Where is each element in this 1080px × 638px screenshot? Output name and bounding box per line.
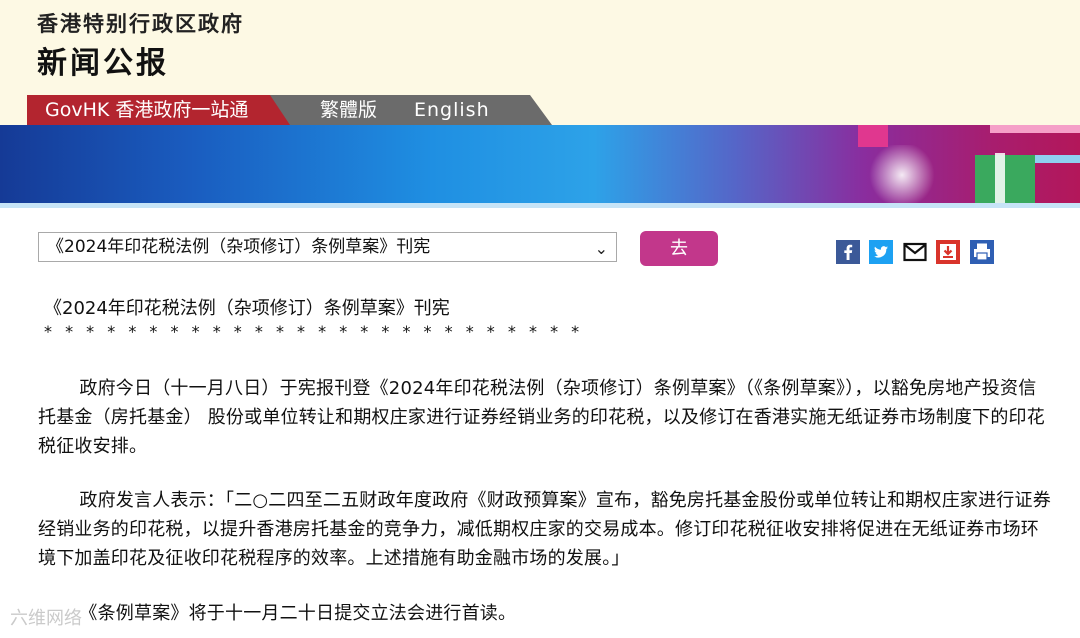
- watermark: 六维网络: [10, 608, 82, 629]
- email-icon[interactable]: [903, 240, 927, 264]
- banner-decoration: [995, 153, 1005, 205]
- print-icon[interactable]: [970, 240, 994, 264]
- page-title: 新闻公报: [37, 46, 169, 81]
- twitter-icon[interactable]: [869, 240, 893, 264]
- banner-decoration: [862, 145, 942, 205]
- bookmark-icon[interactable]: [936, 240, 960, 264]
- title-separator: * * * * * * * * * * * * * * * * * * * * …: [44, 322, 584, 341]
- language-bar: 繁體版 English: [270, 95, 552, 125]
- site-header: 香港特别行政区政府 新闻公报: [0, 0, 1080, 95]
- article-paragraph: 政府发言人表示：「二○二四至二五财政年度政府《财政预算案》宣布，豁免房托基金股份…: [38, 490, 1051, 569]
- article-select-value: 《2024年印花税法例（杂项修订）条例草案》刊宪: [47, 237, 431, 257]
- chevron-down-icon: ⌄: [594, 239, 608, 258]
- article-paragraph: 《条例草案》将于十一月二十日提交立法会进行首读。: [79, 603, 517, 624]
- header-banner: [0, 125, 1080, 205]
- banner-decoration: [858, 125, 888, 147]
- traditional-chinese-link[interactable]: 繁體版: [320, 95, 377, 125]
- banner-decoration: [1035, 155, 1080, 163]
- english-link[interactable]: English: [414, 95, 490, 125]
- go-button[interactable]: 去: [640, 231, 718, 266]
- banner-decoration: [990, 125, 1080, 133]
- govhk-link[interactable]: GovHK 香港政府一站通: [27, 95, 295, 125]
- article-title: 《2024年印花税法例（杂项修订）条例草案》刊宪: [44, 298, 450, 319]
- banner-decoration: [975, 155, 1035, 205]
- article-paragraph: 政府今日（十一月八日）于宪报刊登《2024年印花税法例（杂项修订）条例草案》（《…: [38, 378, 1045, 457]
- facebook-icon[interactable]: [836, 240, 860, 264]
- banner-divider: [0, 203, 1080, 208]
- government-name: 香港特别行政区政府: [37, 12, 244, 36]
- article-select[interactable]: 《2024年印花税法例（杂项修订）条例草案》刊宪 ⌄: [38, 232, 617, 262]
- nav-bar: GovHK 香港政府一站通 繁體版 English: [0, 95, 1080, 125]
